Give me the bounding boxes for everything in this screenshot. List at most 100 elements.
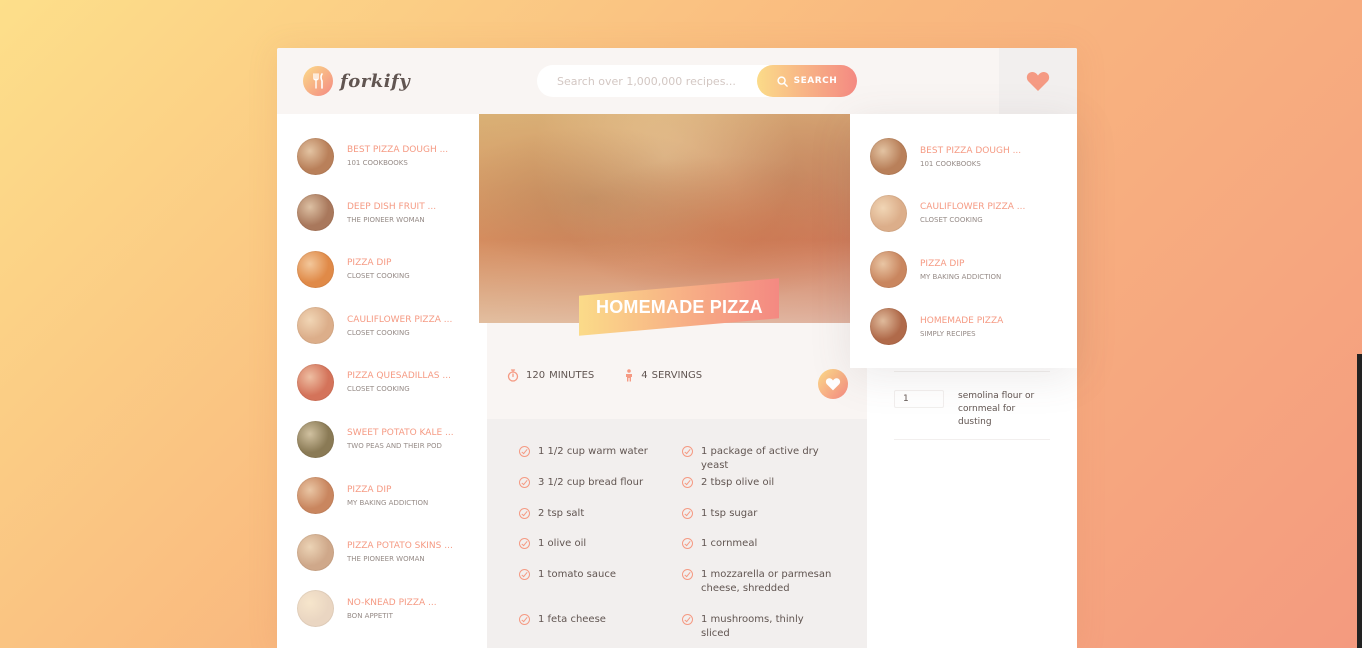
- liked-author: MY BAKING ADDICTION: [920, 272, 1002, 281]
- liked-recipe-item[interactable]: HOMEMADE PIZZA SIMPLY RECIPES: [870, 308, 1003, 346]
- heart-icon: [825, 378, 841, 391]
- ingredient-item: 2 tsp salt: [519, 507, 669, 521]
- result-title: SWEET POTATO KALE ...: [347, 428, 454, 438]
- result-title: PIZZA DIP: [347, 258, 392, 269]
- result-author: THE PIONEER WOMAN: [347, 555, 425, 564]
- search-button[interactable]: SEARCH: [757, 65, 857, 97]
- result-author: CLOSET COOKING: [347, 385, 410, 394]
- ingredient-text: 2 tbsp olive oil: [701, 477, 775, 488]
- stopwatch-icon: [507, 369, 519, 382]
- recipe-thumbnail: [297, 533, 334, 571]
- result-author: CLOSET COOKING: [347, 328, 410, 337]
- search-results: BEST PIZZA DOUGH ... 101 COOKBOOKS DEEP DI…: [277, 114, 487, 648]
- result-author: TWO PEAS AND THEIR POD: [347, 442, 442, 450]
- likes-button[interactable]: [999, 48, 1077, 114]
- result-author: MY BAKING ADDICTION: [347, 498, 429, 507]
- result-item[interactable]: DEEP DISH FRUIT ... THE PIONEER WOMAN: [297, 193, 477, 233]
- search-input[interactable]: [537, 65, 757, 97]
- check-icon: [682, 477, 693, 488]
- result-text: HOMEMADE PIZZA SIMPLY RECIPES: [920, 316, 1003, 338]
- ingredient-item: 1 tsp sugar: [682, 507, 832, 521]
- result-text: PIZZA POTATO SKINS ... THE PIONEER WOMAN: [347, 541, 453, 563]
- result-text: CAULIFLOWER PIZZA ... CLOSET COOKING: [347, 315, 452, 337]
- result-item[interactable]: PIZZA DIP CLOSET COOKING: [297, 249, 477, 289]
- result-item[interactable]: PIZZA POTATO SKINS ... THE PIONEER WOMAN: [297, 532, 477, 572]
- check-icon: [519, 477, 530, 488]
- result-text: PIZZA DIP CLOSET COOKING: [347, 258, 410, 280]
- ingredient-text: 1 olive oil: [538, 538, 587, 549]
- ingredient-item: 3 1/2 cup bread flour: [519, 476, 669, 490]
- liked-recipe-item[interactable]: BEST PIZZA DOUGH ... 101 COOKBOOKS: [870, 138, 1021, 175]
- ingredient-text: 1 mozzarella or parmesan cheese, shredde…: [701, 569, 832, 594]
- check-icon: [682, 569, 693, 580]
- ingredient-text: 1 1/2 cup warm water: [538, 446, 648, 457]
- recipe-time-unit: MINUTES: [549, 370, 595, 381]
- liked-author: SIMPLY RECIPES: [920, 329, 976, 338]
- result-item[interactable]: PIZZA DIP MY BAKING ADDICTION: [297, 476, 477, 516]
- result-item[interactable]: BEST PIZZA DOUGH ... 101 COOKBOOKS: [297, 136, 477, 176]
- result-author: THE PIONEER WOMAN: [347, 215, 425, 224]
- liked-title: BEST PIZZA DOUGH ...: [920, 145, 1022, 156]
- recipe-thumbnail: [870, 194, 907, 232]
- result-item[interactable]: PIZZA QUESADILLAS ... CLOSET COOKING: [297, 362, 477, 402]
- liked-author: CLOSET COOKING: [920, 216, 983, 225]
- ingredient-item: 1 mushrooms, thinly sliced: [682, 613, 832, 641]
- ingredient-text: 1 cornmeal: [701, 538, 758, 549]
- result-author: CLOSET COOKING: [347, 272, 410, 281]
- check-icon: [519, 538, 530, 549]
- check-icon: [682, 446, 693, 457]
- result-text: NO-KNEAD PIZZA ... BON APPETIT: [347, 598, 437, 620]
- likes-panel: BEST PIZZA DOUGH ... 101 COOKBOOKS CAULIFL…: [850, 114, 1077, 368]
- recipe-love-button[interactable]: [818, 369, 848, 399]
- window-edge: [1357, 354, 1362, 648]
- ingredient-item: 1 1/2 cup warm water: [519, 445, 669, 459]
- result-item[interactable]: SWEET POTATO KALE ... TWO PEAS AND THEIR …: [297, 419, 477, 459]
- fork-knife-icon: [303, 66, 333, 96]
- logo-text: forkify: [340, 70, 411, 92]
- result-title: PIZZA DIP: [347, 484, 392, 495]
- recipe-thumbnail: [297, 363, 334, 401]
- liked-recipe-item[interactable]: CAULIFLOWER PIZZA ... CLOSET COOKING: [870, 194, 1025, 232]
- check-icon: [682, 508, 693, 519]
- ingredient-item: 1 cornmeal: [682, 537, 832, 551]
- ingredient-text: 2 tsp salt: [538, 508, 585, 519]
- result-title: CAULIFLOWER PIZZA ...: [347, 314, 453, 325]
- result-text: CAULIFLOWER PIZZA ... CLOSET COOKING: [920, 202, 1025, 224]
- result-item[interactable]: CAULIFLOWER PIZZA ... CLOSET COOKING: [297, 306, 477, 346]
- recipe-time: 120 MINUTES: [507, 369, 594, 382]
- result-item[interactable]: NO-KNEAD PIZZA ... BON APPETIT: [297, 589, 477, 629]
- result-author: BON APPETIT: [347, 611, 393, 620]
- result-text: PIZZA DIP MY BAKING ADDICTION: [920, 259, 1001, 281]
- liked-title: HOMEMADE PIZZA: [920, 315, 1004, 326]
- result-title: DEEP DISH FRUIT ...: [347, 201, 437, 212]
- ingredient-text: 1 tsp sugar: [701, 508, 758, 519]
- check-icon: [682, 538, 693, 549]
- recipe-time-value: 120: [526, 370, 546, 381]
- ingredient-item: 1 mozzarella or parmesan cheese, shredde…: [682, 568, 832, 596]
- recipe-thumbnail: [870, 251, 907, 289]
- recipe-title: HOMEMADE PIZZA: [595, 296, 763, 317]
- person-icon: [626, 369, 633, 382]
- recipe: HOMEMADE PIZZA 120 MINUTES 4 SERVINGS 1 …: [479, 114, 867, 648]
- liked-recipe-item[interactable]: PIZZA DIP MY BAKING ADDICTION: [870, 251, 1001, 289]
- result-text: PIZZA QUESADILLAS ... CLOSET COOKING: [347, 371, 451, 393]
- result-text: BEST PIZZA DOUGH ... 101 COOKBOOKS: [347, 145, 448, 167]
- recipe-thumbnail: [297, 590, 334, 628]
- recipe-thumbnail: [870, 138, 907, 175]
- shopping-qty-input[interactable]: [894, 390, 944, 408]
- recipe-thumbnail: [297, 137, 334, 175]
- recipe-thumbnail: [297, 477, 334, 515]
- recipe-thumbnail: [297, 420, 334, 458]
- result-text: PIZZA DIP MY BAKING ADDICTION: [347, 485, 428, 507]
- header: forkify SEARCH: [277, 48, 1077, 114]
- logo[interactable]: forkify: [303, 66, 410, 96]
- recipe-servings-value: 4: [641, 370, 648, 381]
- heart-icon: [1026, 71, 1050, 91]
- ingredient-item: 1 tomato sauce: [519, 568, 669, 582]
- result-title: PIZZA QUESADILLAS ...: [347, 371, 451, 382]
- ingredient-text: 1 tomato sauce: [538, 569, 616, 580]
- ingredient-item: 1 package of active dry yeast: [682, 445, 832, 473]
- result-title: PIZZA POTATO SKINS ...: [347, 541, 453, 552]
- ingredient-text: 1 feta cheese: [538, 614, 606, 625]
- shopping-row: semolina flour or cornmeal for dusting: [894, 380, 1050, 440]
